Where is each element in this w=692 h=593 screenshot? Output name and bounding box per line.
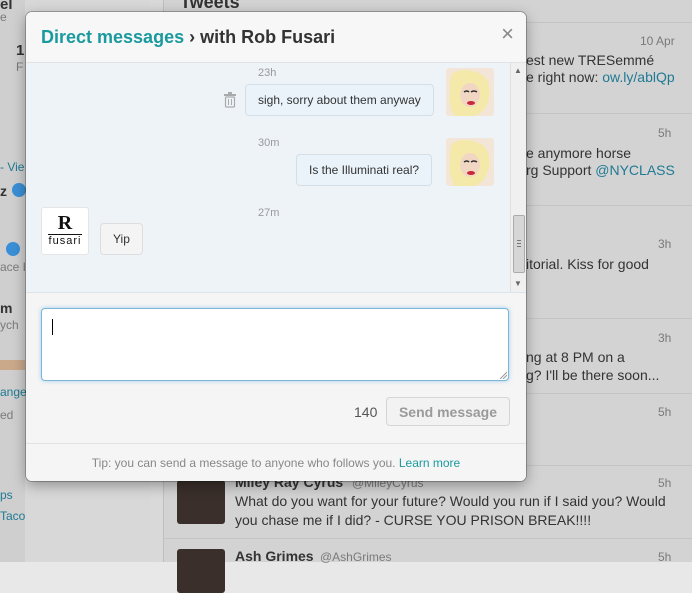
tweet-divider (163, 538, 692, 539)
sidebar-fragment[interactable]: Taco (0, 509, 25, 523)
sidebar-fragment: e (0, 10, 7, 24)
sender-avatar[interactable] (446, 68, 494, 116)
tweet-text: e right now: ow.ly/ablQp (526, 69, 675, 85)
left-sidebar-card (0, 0, 25, 562)
sidebar-fragment: m (0, 300, 13, 316)
direct-messages-link[interactable]: Direct messages (41, 27, 184, 47)
tweet-link[interactable]: ow.ly/ablQp (602, 69, 674, 85)
sidebar-fragment[interactable]: ps (0, 488, 13, 502)
scroll-up-icon[interactable]: ▲ (514, 66, 522, 75)
send-message-button[interactable]: Send message (386, 397, 510, 426)
tweet-link[interactable]: @NYCLASS (595, 162, 675, 178)
sidebar-fragment: ace I (0, 260, 27, 274)
conversation-title: › with Rob Fusari (184, 27, 336, 47)
sidebar-fragment: F (16, 60, 24, 74)
tweet-avatar[interactable] (177, 549, 225, 593)
tweet-text: What do you want for your future? Would … (235, 493, 666, 509)
tweet-text: itorial. Kiss for good (526, 256, 649, 272)
thread-scrollbar[interactable]: ▲ ▼ (510, 63, 526, 292)
message-timestamp: 27m (258, 207, 280, 219)
dialog-footer: Tip: you can send a message to anyone wh… (26, 443, 526, 481)
sidebar-fragment: 1 (16, 42, 25, 59)
tweet-text: you chase me if I did? - CURSE YOU PRISO… (235, 512, 592, 528)
dialog-title: Direct messages › with Rob Fusari (41, 27, 335, 48)
text-cursor (52, 319, 53, 335)
recipient-avatar[interactable]: R fusari (41, 207, 89, 255)
grip-line (517, 246, 521, 247)
message-timestamp: 23h (258, 67, 277, 79)
sender-avatar[interactable] (446, 138, 494, 186)
scroll-down-icon[interactable]: ▼ (514, 279, 522, 288)
tweet-time: 10 Apr (640, 34, 675, 48)
learn-more-link[interactable]: Learn more (399, 456, 460, 470)
scrollbar-thumb[interactable] (513, 215, 525, 273)
tweet-time: 5h (658, 476, 672, 490)
message-input[interactable] (41, 308, 509, 381)
message-bubble-outgoing: Is the Illuminati real? (296, 154, 433, 186)
message-bubble-outgoing: sigh, sorry about them anyway (245, 84, 434, 116)
tweet-time: 5h (658, 126, 672, 140)
verified-badge-icon (12, 183, 26, 197)
direct-messages-dialog: Direct messages › with Rob Fusari × 23h … (26, 12, 526, 481)
sidebar-divider (0, 360, 25, 370)
trash-icon[interactable] (223, 92, 237, 108)
tweet-time: 5h (658, 405, 672, 419)
close-icon[interactable]: × (501, 23, 514, 45)
tweet-text: est new TRESemmé (526, 52, 655, 68)
sidebar-fragment[interactable]: - Vie (0, 160, 24, 174)
tweet-text: ng at 8 PM on a (526, 349, 625, 365)
tweet-time: 3h (658, 237, 672, 251)
tweet-text: g? I'll be there soon... (526, 367, 660, 383)
tweet-text: rg Support @NYCLASS (526, 162, 675, 178)
message-timestamp: 30m (258, 137, 280, 149)
resize-grip-icon[interactable] (499, 371, 507, 379)
sidebar-fragment[interactable]: ange (0, 385, 27, 399)
tweet-text: e anymore horse (526, 145, 632, 161)
grip-line (517, 243, 521, 244)
dialog-header: Direct messages › with Rob Fusari × (26, 12, 526, 63)
message-thread[interactable]: 23h sigh, sorry about them anyway 30m Is… (26, 63, 526, 293)
avatar-logo-word: fusari (48, 235, 82, 247)
footer-tip: Tip: you can send a message to anyone wh… (91, 456, 399, 470)
avatar-logo-letter: R (57, 212, 73, 234)
character-counter: 140 (354, 404, 378, 420)
message-bubble-incoming: Yip (100, 223, 143, 255)
tweet-avatar[interactable] (177, 480, 225, 524)
sidebar-fragment: ed (0, 408, 14, 422)
tweet-time: 3h (658, 331, 672, 345)
sidebar-fragment: ych (0, 318, 19, 332)
verified-badge-icon (6, 242, 20, 256)
sidebar-fragment: z (0, 183, 7, 199)
grip-line (517, 240, 521, 241)
